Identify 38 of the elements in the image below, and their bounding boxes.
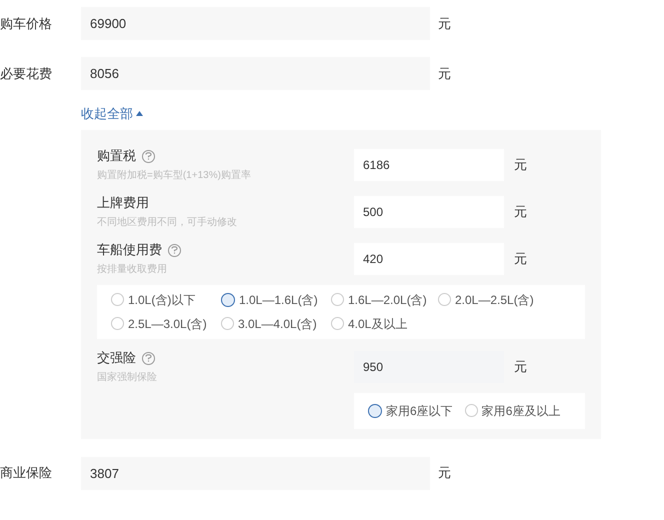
item-label: 交强险 xyxy=(97,349,136,368)
collapse-link[interactable]: 收起全部 xyxy=(81,104,143,124)
help-icon[interactable] xyxy=(142,150,155,162)
radio-option[interactable]: 1.0L(含)以下 xyxy=(111,290,221,308)
field-label: 购车价格 xyxy=(0,14,53,33)
radio-option[interactable]: 4.0L及以上 xyxy=(331,314,438,332)
item-label: 上牌费用 xyxy=(97,194,149,212)
hint-text: 国家强制保险 xyxy=(97,370,158,385)
unit-label: 元 xyxy=(438,64,451,83)
amount-field[interactable]: 69900 xyxy=(81,7,430,40)
amount-field[interactable]: 3807 xyxy=(81,456,430,490)
radio-option[interactable]: 1.0L—1.6L(含) xyxy=(221,290,331,308)
amount-field[interactable]: 500 xyxy=(354,196,504,228)
item-label: 车船使用费 xyxy=(97,241,162,260)
amount-field[interactable]: 6186 xyxy=(354,148,504,180)
help-icon[interactable] xyxy=(142,352,155,364)
caret-icon xyxy=(136,111,143,116)
radio-option[interactable]: 1.6L—2.0L(含) xyxy=(331,290,438,308)
unit-label: 元 xyxy=(438,464,451,482)
radio-option[interactable]: 家用6座及以上 xyxy=(464,402,560,420)
field-label: 商业保险 xyxy=(0,464,53,482)
hint-text: 按排量收取费用 xyxy=(97,262,168,277)
radio-option[interactable]: 3.0L—4.0L(含) xyxy=(221,314,331,332)
unit-label: 元 xyxy=(438,14,451,33)
unit-label: 元 xyxy=(514,156,527,174)
radio-option[interactable]: 2.5L—3.0L(含) xyxy=(111,314,221,332)
help-icon[interactable] xyxy=(168,244,181,256)
unit-label: 元 xyxy=(514,202,527,221)
unit-label: 元 xyxy=(514,358,527,376)
radio-option[interactable]: 2.0L—2.5L(含) xyxy=(438,290,548,308)
hint-text: 购置附加税=购车型(1+13%)购置率 xyxy=(97,168,252,183)
hint-text: 不同地区费用不同，可手动修改 xyxy=(97,216,238,230)
unit-label: 元 xyxy=(514,250,527,268)
amount-field[interactable]: 420 xyxy=(354,242,504,274)
amount-field[interactable]: 8056 xyxy=(81,57,430,90)
field-label: 必要花费 xyxy=(0,64,53,83)
radio-option[interactable]: 家用6座以下 xyxy=(368,402,453,420)
item-label: 购置税 xyxy=(97,147,136,166)
